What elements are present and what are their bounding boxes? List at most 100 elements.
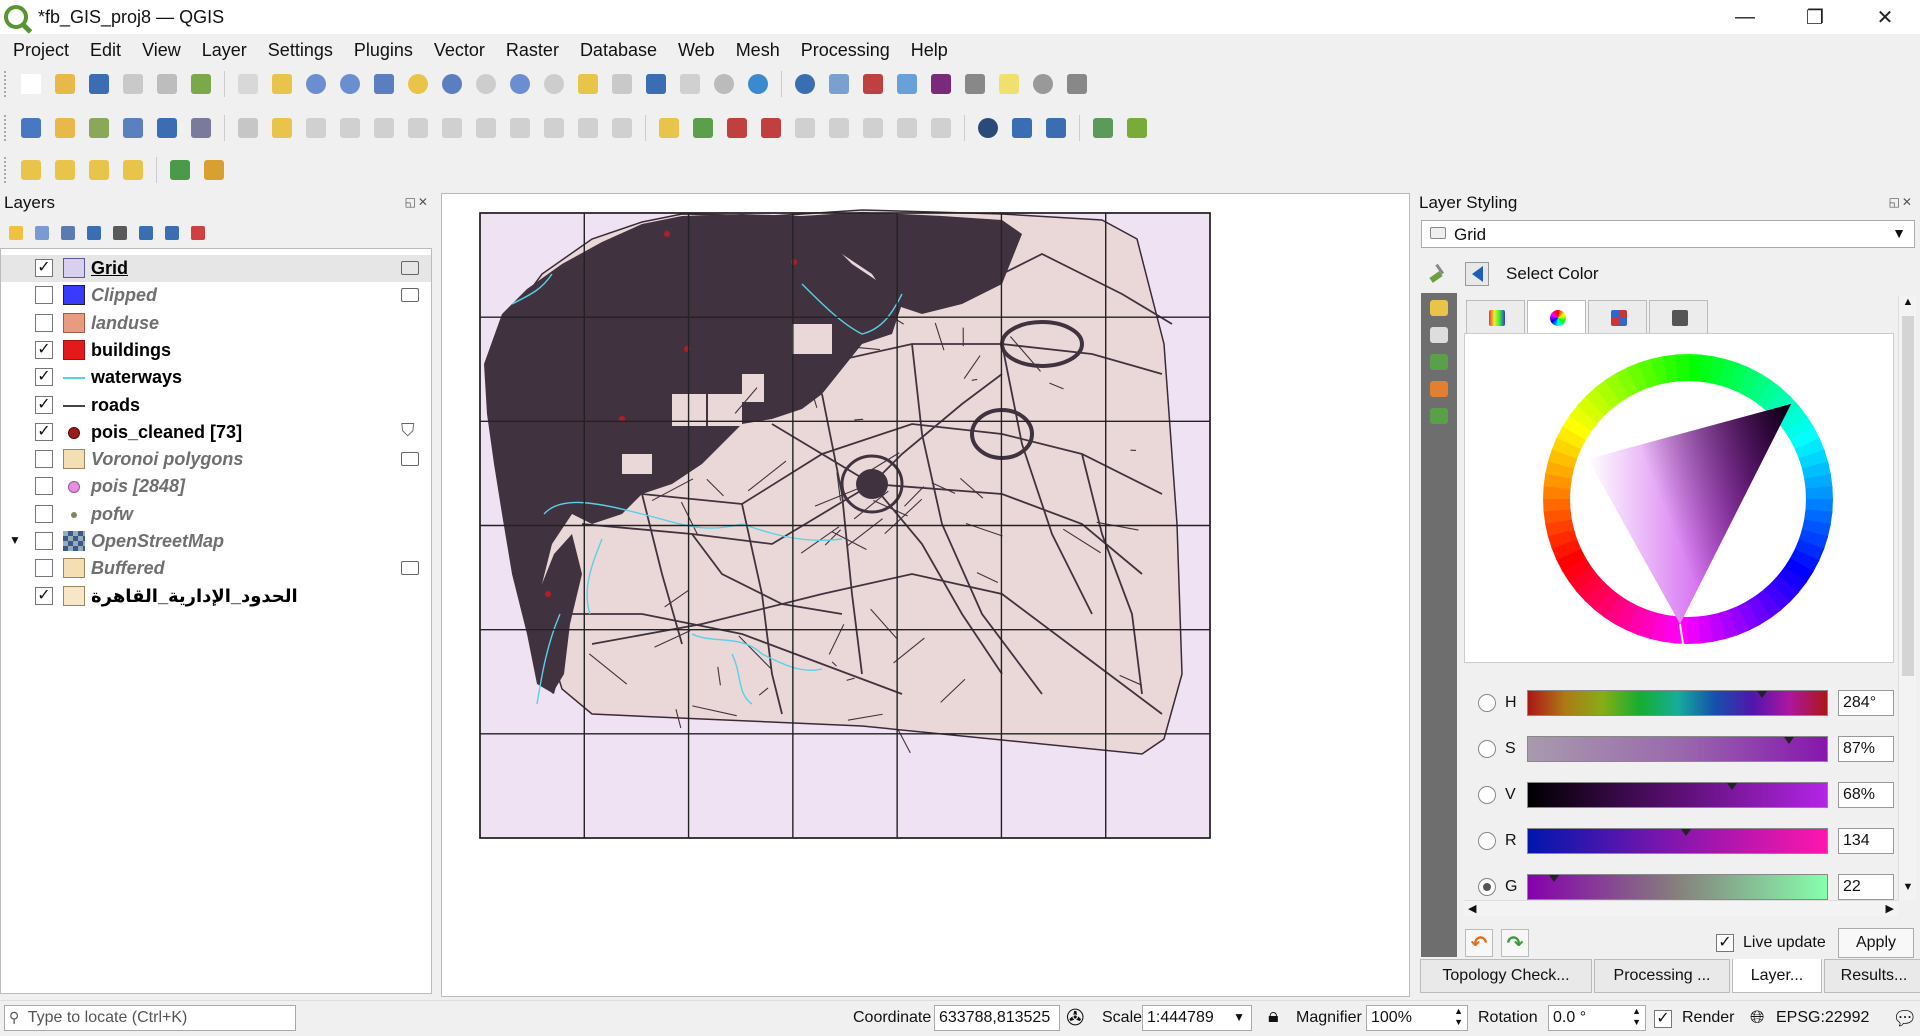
save-edits-button[interactable] xyxy=(301,113,331,143)
layer-symbol-icon[interactable] xyxy=(63,312,85,333)
layer-symbol-icon[interactable] xyxy=(68,481,80,494)
layer-symbol-icon[interactable] xyxy=(63,404,85,407)
scroll-right-icon[interactable]: ▶ xyxy=(1886,902,1894,915)
locator-search-button[interactable] xyxy=(165,155,195,185)
styling-vertical-scrollbar[interactable]: ▲ ▼ xyxy=(1898,296,1916,900)
layer-symbol-icon[interactable] xyxy=(63,258,85,278)
copy-button[interactable] xyxy=(505,113,535,143)
close-button[interactable]: ✕ xyxy=(1850,0,1920,34)
spinner-arrows-icon[interactable]: ▲ ▼ xyxy=(1454,1006,1463,1028)
slider-handle[interactable] xyxy=(1757,691,1767,698)
move-label-button[interactable] xyxy=(790,113,820,143)
hue-ring-segment[interactable] xyxy=(1686,616,1701,644)
channel-value-field[interactable]: 22 xyxy=(1838,874,1894,900)
select-features-button[interactable] xyxy=(16,155,46,185)
spinner-arrows-icon[interactable]: ▲ ▼ xyxy=(1632,1006,1641,1028)
menu-settings[interactable]: Settings xyxy=(255,40,341,61)
channel-slider-v[interactable] xyxy=(1527,782,1828,808)
python-console-button[interactable] xyxy=(1007,113,1037,143)
hue-ring-segment[interactable] xyxy=(1543,497,1571,512)
new-3d-view-button[interactable] xyxy=(607,69,637,99)
live-update-checkbox[interactable]: ✓ xyxy=(1716,934,1734,952)
new-shapefile-button[interactable] xyxy=(84,113,114,143)
layer-name[interactable]: waterways xyxy=(91,367,182,388)
layer-name[interactable]: Clipped xyxy=(91,285,157,306)
layer-name[interactable]: buildings xyxy=(91,340,171,361)
measure-button[interactable] xyxy=(960,69,990,99)
menu-plugins[interactable]: Plugins xyxy=(341,40,421,61)
layer-symbol-icon[interactable] xyxy=(71,511,77,518)
collapse-all-button[interactable] xyxy=(160,222,184,244)
layer-symbol-icon[interactable] xyxy=(63,531,85,551)
menu-layer[interactable]: Layer xyxy=(189,40,255,61)
channel-slider-h[interactable] xyxy=(1527,690,1828,716)
save-project-button[interactable] xyxy=(84,69,114,99)
magnifier-field[interactable]: 100% ▲ ▼ xyxy=(1366,1005,1468,1031)
layer-visibility-checkbox[interactable]: ✓ xyxy=(35,395,53,414)
layer-row[interactable]: ▼ OpenStreetMap xyxy=(1,528,431,555)
render-indicator-icon[interactable] xyxy=(401,561,419,576)
expand-arrow-icon[interactable]: ▼ xyxy=(9,533,21,547)
lock-icon[interactable]: 🔒︎ xyxy=(1268,1005,1279,1028)
color-tab-wheel[interactable] xyxy=(1527,300,1586,334)
layer-visibility-checkbox[interactable]: ✓ xyxy=(35,586,53,605)
channel-value-field[interactable]: 68% xyxy=(1838,782,1894,808)
layer-row[interactable]: ✓ roads xyxy=(1,392,431,419)
toggle-editing-button[interactable] xyxy=(267,113,297,143)
slider-handle[interactable] xyxy=(1784,737,1794,744)
zoom-last-button[interactable] xyxy=(505,69,535,99)
panel-float-close-icons[interactable]: ◱✕ xyxy=(405,195,430,209)
map-tips-button[interactable] xyxy=(994,69,1024,99)
channel-radio-s[interactable] xyxy=(1478,740,1496,758)
data-source-manager-button[interactable] xyxy=(16,113,46,143)
layer-visibility-checkbox[interactable] xyxy=(35,313,53,332)
layer-visibility-checkbox[interactable]: ✓ xyxy=(35,422,53,441)
diagram-icon[interactable] xyxy=(1430,381,1448,397)
scroll-down-icon[interactable]: ▼ xyxy=(1899,881,1917,893)
statistics-button[interactable] xyxy=(926,69,956,99)
menu-view[interactable]: View xyxy=(129,40,189,61)
processing-toolbox-button[interactable] xyxy=(892,69,922,99)
slider-handle[interactable] xyxy=(1548,875,1559,882)
messages-icon[interactable]: 💬︎ xyxy=(1892,1006,1917,1031)
rendering-icon[interactable] xyxy=(1430,408,1448,424)
identify-button[interactable] xyxy=(790,69,820,99)
color-wheel[interactable] xyxy=(1465,334,1895,664)
add-group-button[interactable] xyxy=(30,222,54,244)
paintbrush-icon[interactable] xyxy=(1428,262,1450,284)
layer-tree[interactable]: ✓ Grid Clipped landuse ✓ buildings ✓ waterways ✓… xyxy=(0,248,432,994)
channel-value-field[interactable]: 87% xyxy=(1838,736,1894,762)
layer-visibility-checkbox[interactable] xyxy=(35,286,53,305)
layer-row[interactable]: Buffered xyxy=(1,555,431,582)
layer-symbol-icon[interactable] xyxy=(63,585,85,606)
manage-visibility-button[interactable] xyxy=(56,222,80,244)
plugin-b-button[interactable] xyxy=(1122,113,1152,143)
layer-symbol-icon[interactable] xyxy=(63,377,85,380)
change-label-button[interactable] xyxy=(858,113,888,143)
annotation-button[interactable] xyxy=(1028,69,1058,99)
filter-legend-button[interactable] xyxy=(82,222,106,244)
layer-visibility-checkbox[interactable] xyxy=(35,559,53,578)
show-hide-labels-button[interactable] xyxy=(756,113,786,143)
unpin-label-button[interactable] xyxy=(926,113,956,143)
channel-value-field[interactable]: 134 xyxy=(1838,828,1894,854)
mouse-coordinate-icon[interactable]: ✇ xyxy=(1066,1005,1084,1031)
spatial-bookmark-button[interactable] xyxy=(641,69,671,99)
render-indicator-icon[interactable] xyxy=(401,288,419,303)
channel-slider-g[interactable] xyxy=(1527,874,1828,900)
layer-visibility-checkbox[interactable]: ✓ xyxy=(35,259,53,277)
restore-button[interactable]: ❐ xyxy=(1780,0,1850,34)
slider-handle[interactable] xyxy=(1727,783,1737,790)
label-abc-icon[interactable] xyxy=(1430,300,1448,316)
crs-label[interactable]: EPSG:22992 xyxy=(1776,1009,1869,1027)
layer-name[interactable]: الحدود_الإدارية_القاهرة xyxy=(91,586,298,607)
menu-vector[interactable]: Vector xyxy=(421,40,493,61)
layer-name[interactable]: OpenStreetMap xyxy=(91,531,224,552)
map-svg[interactable] xyxy=(442,194,1411,998)
bottom-tab-0[interactable]: Topology Check... xyxy=(1420,959,1592,993)
color-tab-picker[interactable] xyxy=(1649,300,1708,334)
styling-horizontal-scrollbar[interactable]: ◀ ▶ xyxy=(1464,900,1898,916)
rotate-label-button[interactable] xyxy=(824,113,854,143)
deselect-button[interactable] xyxy=(84,155,114,185)
color-wheel-area[interactable] xyxy=(1464,333,1894,663)
